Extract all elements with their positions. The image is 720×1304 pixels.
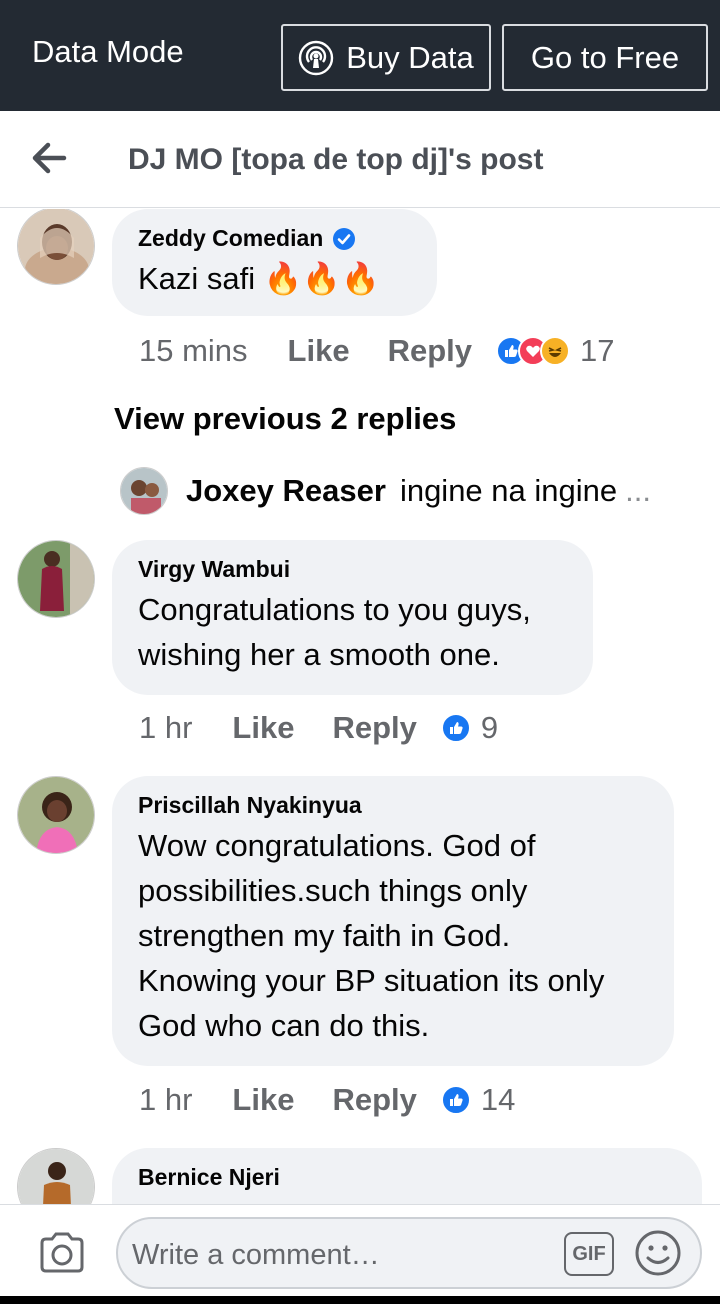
comment-bubble: Zeddy Comedian Kazi safi 🔥🔥🔥 xyxy=(112,209,437,316)
like-reaction-icon xyxy=(440,1085,471,1115)
comment-text: Kazi safi 🔥🔥🔥 xyxy=(138,261,380,296)
avatar-photo xyxy=(18,1149,94,1204)
reply-ellipsis: ... xyxy=(625,473,651,508)
comment-text: Congratulations to you guys, wishing her… xyxy=(138,592,531,672)
comment-actions: 1 hr Like Reply 14 xyxy=(139,1082,515,1118)
avatar[interactable] xyxy=(17,209,95,285)
reply-button[interactable]: Reply xyxy=(332,1082,416,1118)
comment-bubble: Bernice Njeri xyxy=(112,1148,702,1204)
go-to-free-label: Go to Free xyxy=(530,39,680,75)
like-button[interactable]: Like xyxy=(232,1082,294,1118)
broadcast-icon xyxy=(299,40,334,75)
comment-time: 15 mins xyxy=(139,333,248,368)
view-previous-replies-link[interactable]: View previous 2 replies xyxy=(114,401,456,437)
reply-preview[interactable]: Joxey Reaser ingine na ingine ... xyxy=(120,467,651,515)
gif-button[interactable]: GIF xyxy=(564,1232,614,1276)
buy-data-button[interactable]: Buy Data xyxy=(281,24,491,91)
reply-button[interactable]: Reply xyxy=(388,333,472,369)
like-button[interactable]: Like xyxy=(288,333,350,369)
avatar[interactable] xyxy=(17,1148,95,1204)
reaction-summary[interactable] xyxy=(496,336,570,366)
comments-feed: Zeddy Comedian Kazi safi 🔥🔥🔥 15 mins Lik… xyxy=(0,209,720,1204)
like-reaction-icon xyxy=(440,713,471,743)
avatar-photo xyxy=(18,209,94,284)
avatar-photo xyxy=(18,541,94,617)
verified-badge-icon xyxy=(333,227,356,250)
buy-data-label: Buy Data xyxy=(346,39,474,75)
commenter-name[interactable]: Zeddy Comedian xyxy=(138,225,323,252)
reaction-count: 14 xyxy=(480,1082,516,1117)
reaction-count: 9 xyxy=(480,710,499,745)
comment-time: 1 hr xyxy=(139,710,193,745)
comment-input[interactable]: Write a comment… GIF xyxy=(116,1217,702,1289)
reaction-count: 17 xyxy=(580,333,615,368)
reply-button[interactable]: Reply xyxy=(332,710,416,746)
comment-bubble: Priscillah Nyakinyua Wow congratulations… xyxy=(112,776,674,1066)
avatar[interactable] xyxy=(17,540,95,618)
reaction-summary[interactable] xyxy=(440,1085,471,1115)
back-arrow-icon[interactable] xyxy=(28,137,70,179)
haha-reaction-icon xyxy=(540,336,570,366)
comment-time: 1 hr xyxy=(139,1082,193,1117)
system-nav-strip xyxy=(0,1296,720,1304)
post-header: DJ MO [topa de top dj]'s post xyxy=(0,111,720,208)
reply-author-name[interactable]: Joxey Reaser xyxy=(186,473,386,509)
reply-avatar[interactable] xyxy=(120,467,168,515)
emoji-icon[interactable] xyxy=(634,1229,682,1277)
commenter-name[interactable]: Bernice Njeri xyxy=(138,1164,280,1191)
commenter-name[interactable]: Priscillah Nyakinyua xyxy=(138,792,362,819)
camera-icon[interactable] xyxy=(36,1227,88,1279)
comment-placeholder: Write a comment… xyxy=(132,1239,380,1271)
comment-text: Wow congratulations. God of possibilitie… xyxy=(138,828,605,1043)
like-button[interactable]: Like xyxy=(232,710,294,746)
data-mode-bar: Data Mode Buy Data Go to Free xyxy=(0,0,720,111)
reaction-summary[interactable] xyxy=(440,713,471,743)
avatar-photo xyxy=(18,777,94,853)
go-to-free-button[interactable]: Go to Free xyxy=(502,24,708,91)
comment-actions: 1 hr Like Reply 9 xyxy=(139,710,498,746)
reply-text: ingine na ingine xyxy=(399,473,618,508)
comment-bubble: Virgy Wambui Congratulations to you guys… xyxy=(112,540,593,695)
page-title: DJ MO [topa de top dj]'s post xyxy=(128,143,544,176)
comment-actions: 15 mins Like Reply 17 xyxy=(139,333,614,369)
commenter-name[interactable]: Virgy Wambui xyxy=(138,556,290,583)
avatar[interactable] xyxy=(17,776,95,854)
data-mode-label: Data Mode xyxy=(32,34,184,69)
comment-composer: Write a comment… GIF xyxy=(0,1204,720,1304)
